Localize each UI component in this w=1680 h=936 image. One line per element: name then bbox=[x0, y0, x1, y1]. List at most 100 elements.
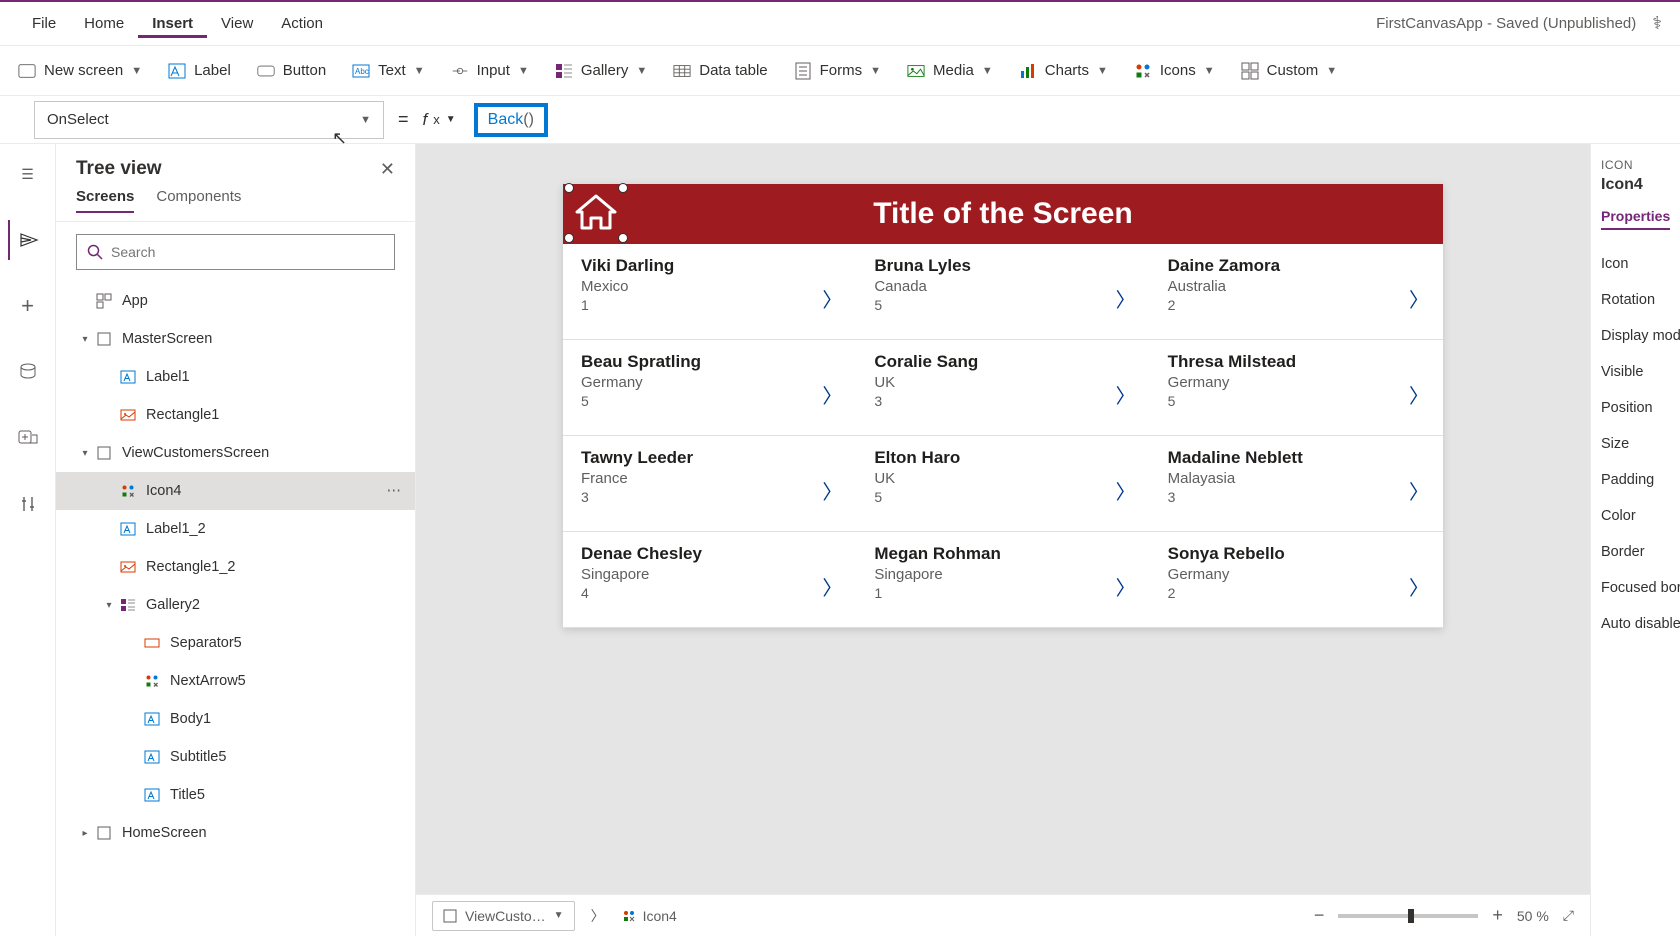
ribbon-custom[interactable]: Custom▼ bbox=[1241, 62, 1338, 80]
tree-item-gallery2[interactable]: ▾Gallery2⋯ bbox=[56, 586, 415, 624]
tree-item-icon4[interactable]: Icon4⋯ bbox=[56, 472, 415, 510]
close-icon[interactable]: ✕ bbox=[380, 159, 395, 180]
prop-row-visible[interactable]: Visible bbox=[1601, 354, 1670, 390]
tree-item-rectangle1_2[interactable]: Rectangle1_2⋯ bbox=[56, 548, 415, 586]
ribbon-media[interactable]: Media▼ bbox=[907, 62, 993, 80]
prop-row-auto-disable[interactable]: Auto disable bbox=[1601, 606, 1670, 642]
ribbon-text[interactable]: AbcText▼ bbox=[352, 62, 424, 80]
prop-row-padding[interactable]: Padding bbox=[1601, 462, 1670, 498]
tree-item-nextarrow5[interactable]: NextArrow5⋯ bbox=[56, 662, 415, 700]
more-icon[interactable]: ⋯ bbox=[387, 483, 404, 499]
tree-item-rectangle1[interactable]: Rectangle1⋯ bbox=[56, 396, 415, 434]
ribbon-label[interactable]: Label bbox=[168, 62, 231, 80]
forms-icon bbox=[794, 62, 812, 80]
gallery-card[interactable]: Madaline NeblettMalayasia3〉 bbox=[1150, 436, 1443, 532]
property-dropdown[interactable]: OnSelect ▼ bbox=[34, 101, 384, 139]
chevron-right-icon[interactable]: 〉 bbox=[822, 380, 842, 409]
chevron-right-icon[interactable]: 〉 bbox=[822, 572, 842, 601]
prop-row-size[interactable]: Size bbox=[1601, 426, 1670, 462]
menu-insert[interactable]: Insert bbox=[138, 9, 207, 38]
menu-action[interactable]: Action bbox=[267, 9, 337, 38]
ribbon-new-screen[interactable]: New screen▼ bbox=[18, 62, 142, 80]
chevron-right-icon[interactable]: 〉 bbox=[1116, 572, 1136, 601]
gallery[interactable]: Viki DarlingMexico1〉Bruna LylesCanada5〉D… bbox=[563, 244, 1443, 628]
tree-item-homescreen[interactable]: ▸HomeScreen⋯ bbox=[56, 814, 415, 852]
diagnostics-icon[interactable]: ⚕ bbox=[1652, 13, 1662, 34]
prop-row-position[interactable]: Position bbox=[1601, 390, 1670, 426]
card-country: UK bbox=[874, 374, 1131, 391]
ribbon-charts[interactable]: Charts▼ bbox=[1019, 62, 1108, 80]
prop-row-focused-bor[interactable]: Focused bor bbox=[1601, 570, 1670, 606]
formula-bar[interactable]: Back() bbox=[466, 101, 1680, 139]
fx-label[interactable]: fx▼ bbox=[423, 110, 466, 130]
home-icon-selected[interactable] bbox=[569, 188, 623, 238]
properties-tab[interactable]: Properties bbox=[1601, 208, 1670, 230]
gallery-card[interactable]: Viki DarlingMexico1〉 bbox=[563, 244, 856, 340]
chevron-right-icon[interactable]: 〉 bbox=[822, 284, 842, 313]
gallery-card[interactable]: Beau SpratlingGermany5〉 bbox=[563, 340, 856, 436]
prop-row-color[interactable]: Color bbox=[1601, 498, 1670, 534]
prop-row-icon[interactable]: Icon bbox=[1601, 246, 1670, 282]
gallery-card[interactable]: Denae ChesleySingapore4〉 bbox=[563, 532, 856, 628]
rail-insert[interactable]: + bbox=[8, 286, 48, 326]
gallery-card[interactable]: Sonya RebelloGermany2〉 bbox=[1150, 532, 1443, 628]
chevron-right-icon[interactable]: 〉 bbox=[822, 476, 842, 505]
ribbon-gallery[interactable]: Gallery▼ bbox=[555, 62, 647, 80]
ribbon-forms[interactable]: Forms▼ bbox=[794, 62, 881, 80]
fit-icon[interactable]: ⤢ bbox=[1563, 907, 1574, 924]
gallery-card[interactable]: Tawny LeederFrance3〉 bbox=[563, 436, 856, 532]
tree-tab-components[interactable]: Components bbox=[156, 188, 241, 213]
tree-search[interactable] bbox=[76, 234, 395, 270]
prop-row-display-mod[interactable]: Display mod bbox=[1601, 318, 1670, 354]
tree-item-app[interactable]: App⋯ bbox=[56, 282, 415, 320]
gallery-card[interactable]: Daine ZamoraAustralia2〉 bbox=[1150, 244, 1443, 340]
menu-home[interactable]: Home bbox=[70, 9, 138, 38]
tree-tab-screens[interactable]: Screens bbox=[76, 188, 134, 213]
chevron-right-icon[interactable]: 〉 bbox=[1116, 476, 1136, 505]
card-country: Germany bbox=[581, 374, 838, 391]
gallery-icon bbox=[555, 62, 573, 80]
chevron-right-icon[interactable]: 〉 bbox=[1116, 284, 1136, 313]
rail-data[interactable] bbox=[8, 352, 48, 392]
breadcrumb-screen[interactable]: ViewCusto… ▼ bbox=[432, 901, 575, 931]
screen-preview[interactable]: Title of the Screen Viki DarlingMexico1〉… bbox=[563, 184, 1443, 628]
breadcrumb-control[interactable]: Icon4 bbox=[621, 908, 677, 924]
tree-item-body1[interactable]: Body1⋯ bbox=[56, 700, 415, 738]
zoom-in[interactable]: + bbox=[1492, 905, 1503, 926]
rail-tools[interactable] bbox=[8, 484, 48, 524]
gallery-card[interactable]: Thresa MilsteadGermany5〉 bbox=[1150, 340, 1443, 436]
tree-item-separator5[interactable]: Separator5⋯ bbox=[56, 624, 415, 662]
chevron-right-icon[interactable]: 〉 bbox=[1116, 380, 1136, 409]
charts-icon bbox=[1019, 62, 1037, 80]
rail-media[interactable] bbox=[8, 418, 48, 458]
zoom-out[interactable]: − bbox=[1314, 905, 1325, 926]
gallery-card[interactable]: Coralie SangUK3〉 bbox=[856, 340, 1149, 436]
rail-tree-view[interactable] bbox=[8, 220, 48, 260]
ribbon-data-table[interactable]: Data table bbox=[673, 62, 767, 80]
tree-item-masterscreen[interactable]: ▾MasterScreen⋯ bbox=[56, 320, 415, 358]
prop-row-border[interactable]: Border bbox=[1601, 534, 1670, 570]
gallery-card[interactable]: Elton HaroUK5〉 bbox=[856, 436, 1149, 532]
tree-item-viewcustomersscreen[interactable]: ▾ViewCustomersScreen⋯ bbox=[56, 434, 415, 472]
breadcrumb-sep: 〉 bbox=[591, 906, 605, 926]
chevron-right-icon[interactable]: 〉 bbox=[1409, 284, 1429, 313]
zoom-slider[interactable] bbox=[1338, 914, 1478, 918]
tree-item-title5[interactable]: Title5⋯ bbox=[56, 776, 415, 814]
tree-item-subtitle5[interactable]: Subtitle5⋯ bbox=[56, 738, 415, 776]
chevron-right-icon[interactable]: 〉 bbox=[1409, 572, 1429, 601]
menu-file[interactable]: File bbox=[18, 9, 70, 38]
prop-row-rotation[interactable]: Rotation bbox=[1601, 282, 1670, 318]
rail-hamburger[interactable]: ☰ bbox=[8, 154, 48, 194]
gallery-card[interactable]: Megan RohmanSingapore1〉 bbox=[856, 532, 1149, 628]
menu-view[interactable]: View bbox=[207, 9, 267, 38]
gallery-card[interactable]: Bruna LylesCanada5〉 bbox=[856, 244, 1149, 340]
chevron-right-icon[interactable]: 〉 bbox=[1409, 380, 1429, 409]
tree-search-input[interactable] bbox=[111, 244, 384, 260]
ribbon-input[interactable]: Input▼ bbox=[451, 62, 529, 80]
tree-item-label1[interactable]: Label1⋯ bbox=[56, 358, 415, 396]
ribbon-button[interactable]: Button bbox=[257, 62, 326, 80]
chevron-right-icon[interactable]: 〉 bbox=[1409, 476, 1429, 505]
card-country: Australia bbox=[1168, 278, 1425, 295]
tree-item-label1_2[interactable]: Label1_2⋯ bbox=[56, 510, 415, 548]
ribbon-icons[interactable]: Icons▼ bbox=[1134, 62, 1215, 80]
